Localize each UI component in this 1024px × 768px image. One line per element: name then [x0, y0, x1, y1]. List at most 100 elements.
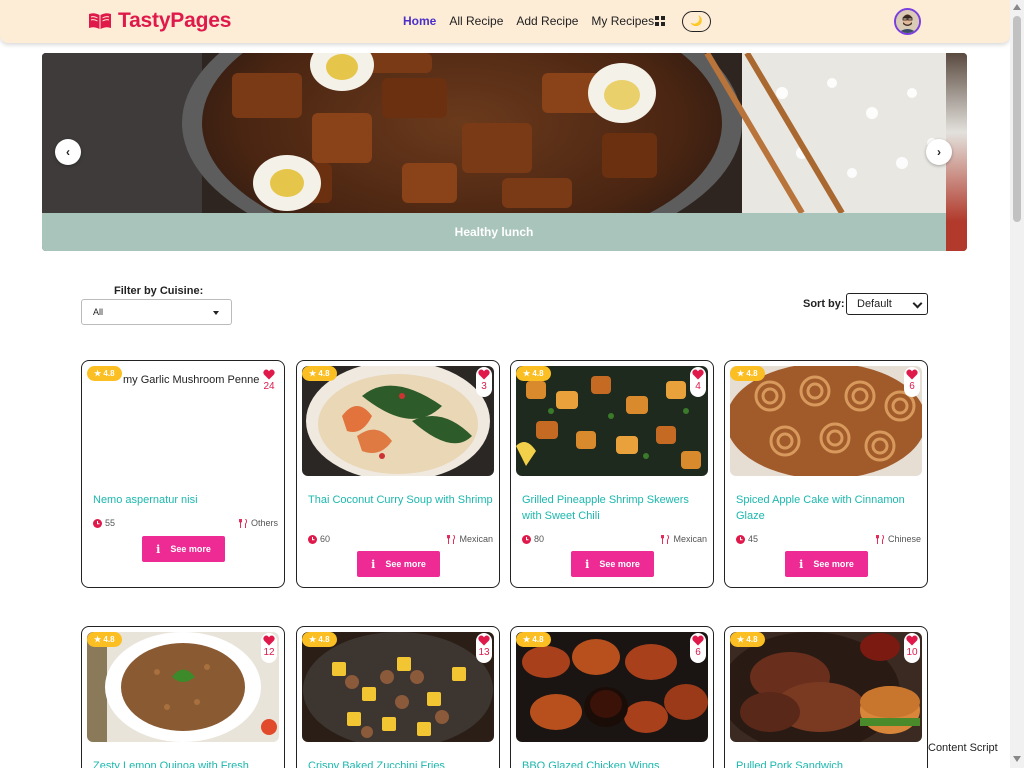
navbar: TastyPages Home All Recipe Add Recipe My… [0, 0, 1010, 43]
clock-icon [93, 518, 102, 528]
utensils-icon [447, 534, 456, 544]
chevron-down-icon [912, 298, 923, 309]
user-avatar[interactable] [894, 8, 921, 35]
utensils-icon [876, 534, 884, 544]
recipe-title[interactable]: Crispy Baked Zucchini Fries [308, 758, 493, 768]
pulled-pork-image [730, 632, 922, 742]
recipe-card[interactable]: ★ 4.8 12 Zesty Lemon Quinoa with Fresh [81, 626, 285, 768]
nav-add-recipe[interactable]: Add Recipe [516, 14, 578, 28]
like-button[interactable]: 4 [690, 367, 706, 397]
scroll-up-arrow-icon[interactable] [1013, 4, 1021, 10]
recipe-image [516, 632, 708, 742]
recipe-image [730, 632, 922, 742]
clock-icon [522, 534, 531, 544]
curry-soup-image [302, 366, 494, 476]
recipe-card[interactable]: ★ 4.8 13 Crispy Baked Zucchini Fries [296, 626, 500, 768]
recipe-title[interactable]: Spiced Apple Cake with Cinnamon Glaze [736, 492, 921, 524]
cuisine: Chinese [887, 534, 921, 544]
page-scrollbar[interactable] [1010, 0, 1024, 768]
like-button[interactable]: 10 [904, 633, 920, 663]
utensils-icon [239, 518, 247, 528]
see-more-button[interactable]: i See more [357, 551, 440, 577]
carousel-prev-button[interactable]: ‹ [55, 139, 81, 165]
hero-image [42, 53, 946, 213]
recipe-card[interactable]: my Garlic Mushroom Penne Pa ★ 4.8 24 Nem… [81, 360, 285, 588]
like-count: 12 [263, 647, 275, 658]
nav-all-recipe[interactable]: All Recipe [449, 14, 503, 28]
cuisine: Mexican [459, 534, 493, 544]
moon-icon: 🌙 [690, 16, 703, 27]
like-button[interactable]: 6 [904, 367, 920, 397]
rating-badge: ★ 4.8 [516, 366, 551, 381]
see-more-label: See more [599, 559, 640, 569]
recipe-image [302, 366, 494, 476]
recipe-title[interactable]: Grilled Pineapple Shrimp Skewers with Sw… [522, 492, 707, 524]
open-book-icon [89, 13, 111, 29]
cuisine: Others [250, 518, 278, 528]
heart-icon [906, 635, 918, 646]
cuisine: Mexican [673, 534, 707, 544]
recipe-image [730, 366, 922, 476]
like-button[interactable]: 12 [261, 633, 277, 663]
see-more-button[interactable]: i See more [142, 536, 225, 562]
rating-badge: ★ 4.8 [730, 366, 765, 381]
cuisine-filter-label: Filter by Cuisine: [114, 285, 204, 297]
like-count: 24 [263, 381, 275, 392]
rating-badge: ★ 4.8 [87, 366, 122, 381]
cook-time: 55 [105, 518, 116, 528]
like-button[interactable]: 13 [476, 633, 492, 663]
cuisine-filter-select[interactable]: All [81, 299, 232, 325]
recipe-meta: 80 Mexican [522, 534, 707, 544]
recipe-card[interactable]: ★ 4.8 6 BBQ Glazed Chicken Wings [510, 626, 714, 768]
rating-badge: ★ 4.8 [302, 366, 337, 381]
info-icon: i [585, 557, 590, 571]
carousel-next-button[interactable]: › [926, 139, 952, 165]
rating-badge: ★ 4.8 [516, 632, 551, 647]
chicken-wings-image [516, 632, 708, 742]
hero-caption: Healthy lunch [42, 213, 946, 251]
chevron-left-icon: ‹ [66, 145, 70, 159]
content-script-label: Content Script [928, 742, 998, 754]
sort-select[interactable]: Default [846, 293, 928, 315]
heart-icon [263, 369, 275, 380]
cook-time: 45 [748, 534, 759, 544]
cook-time: 80 [534, 534, 545, 544]
theme-toggle-button[interactable]: 🌙 [682, 11, 711, 32]
like-button[interactable]: 24 [261, 367, 277, 397]
see-more-button[interactable]: i See more [571, 551, 654, 577]
recipe-title[interactable]: Pulled Pork Sandwich [736, 758, 921, 768]
recipe-title[interactable]: BBQ Glazed Chicken Wings [522, 758, 707, 768]
heart-icon [906, 369, 918, 380]
dashboard-grid-icon[interactable] [655, 16, 665, 26]
nav-home[interactable]: Home [403, 14, 436, 28]
rating-badge: ★ 4.8 [730, 632, 765, 647]
see-more-label: See more [813, 559, 854, 569]
recipe-card[interactable]: ★ 4.8 6 Spiced Apple Cake with Cinnamon … [724, 360, 928, 588]
recipe-meta: 55 Others [93, 518, 278, 528]
see-more-button[interactable]: i See more [785, 551, 868, 577]
recipe-card[interactable]: ★ 4.8 10 Pulled Pork Sandwich [724, 626, 928, 768]
quinoa-image [87, 632, 279, 742]
scroll-thumb[interactable] [1013, 16, 1021, 222]
scroll-down-arrow-icon[interactable] [1013, 756, 1021, 762]
like-count: 10 [906, 647, 918, 658]
sort-label: Sort by: [803, 298, 845, 310]
apple-cake-image [730, 366, 922, 476]
nav-my-recipes[interactable]: My Recipes [591, 14, 654, 28]
recipe-title[interactable]: Thai Coconut Curry Soup with Shrimp [308, 492, 493, 508]
info-icon: i [799, 557, 804, 571]
hero-carousel: Healthy lunch ‹ › [42, 53, 967, 251]
like-button[interactable]: 3 [476, 367, 492, 397]
heart-icon [263, 635, 275, 646]
recipe-card[interactable]: ★ 4.8 4 Grilled Pineapple Shrimp Skewers… [510, 360, 714, 588]
brand-logo[interactable]: TastyPages [88, 9, 231, 33]
user-avatar-image [896, 10, 919, 33]
caret-down-icon [213, 311, 219, 315]
clock-icon [308, 534, 317, 544]
brand-name: TastyPages [118, 9, 232, 32]
recipe-title[interactable]: Nemo aspernatur nisi [93, 492, 278, 508]
recipe-image [87, 632, 279, 742]
recipe-card[interactable]: ★ 4.8 3 Thai Coconut Curry Soup with Shr… [296, 360, 500, 588]
recipe-title[interactable]: Zesty Lemon Quinoa with Fresh [93, 758, 278, 768]
like-button[interactable]: 6 [690, 633, 706, 663]
